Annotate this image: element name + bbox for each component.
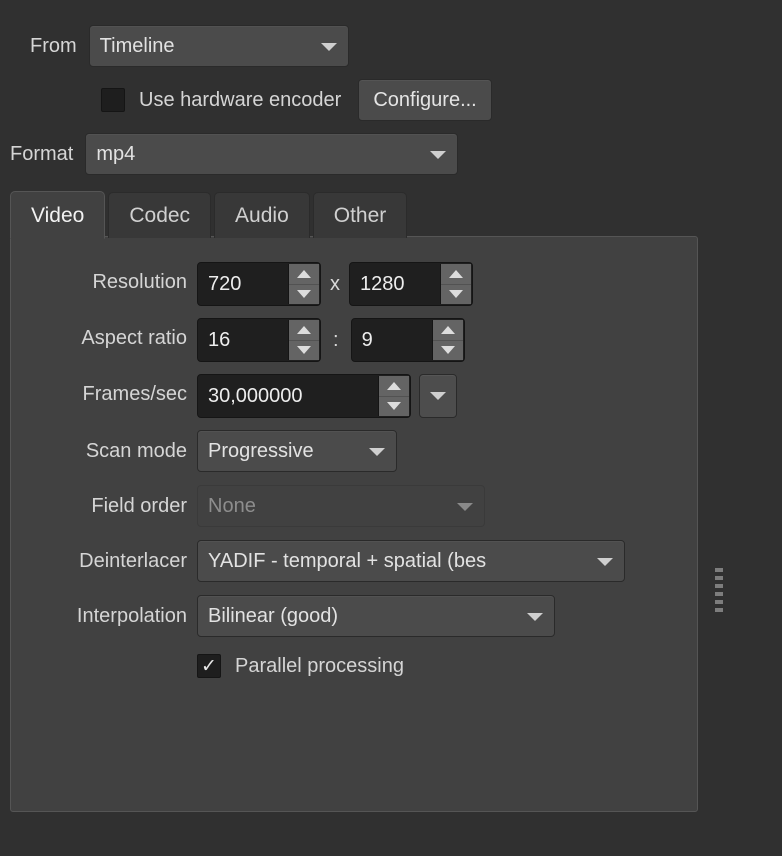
parallel-processing-row: ✓ Parallel processing [197, 654, 404, 678]
format-combobox[interactable]: mp4 [85, 133, 459, 175]
resolution-height-stepper[interactable] [440, 264, 471, 304]
interpolation-label: Interpolation [76, 605, 187, 627]
chevron-down-icon [527, 613, 543, 621]
frames-per-sec-preset-button[interactable] [419, 374, 457, 418]
from-label: From [30, 35, 77, 57]
aspect-ratio-numerator-spinbox[interactable]: 16 [197, 318, 321, 362]
resolution-height-value: 1280 [360, 273, 405, 295]
grip-dot [715, 608, 723, 612]
deinterlacer-value: YADIF - temporal + spatial (bes [208, 551, 487, 571]
format-combobox-value: mp4 [96, 144, 136, 164]
stepper-down-icon[interactable] [289, 285, 319, 305]
format-row: Format mp4 [10, 133, 459, 175]
from-row: From Timeline [30, 25, 349, 67]
frames-per-sec-row: 30,000000 [197, 374, 457, 418]
aspect-ratio-denominator-spinbox[interactable]: 9 [350, 318, 465, 362]
scan-mode-combobox[interactable]: Progressive [197, 430, 397, 472]
frames-per-sec-spinbox[interactable]: 30,000000 [197, 374, 411, 418]
stepper-up-icon[interactable] [441, 264, 471, 285]
resolution-width-stepper[interactable] [288, 264, 319, 304]
interpolation-value: Bilinear (good) [208, 606, 339, 626]
chevron-down-icon [320, 43, 337, 51]
stepper-down-icon[interactable] [289, 341, 319, 361]
resolution-separator: x [330, 273, 340, 295]
chevron-down-icon [597, 558, 613, 566]
hardware-encoder-row: ✓ Use hardware encoder Configure... [101, 79, 492, 121]
frames-per-sec-stepper[interactable] [378, 376, 409, 416]
frames-per-sec-label: Frames/sec [82, 383, 187, 405]
chevron-down-icon [457, 503, 473, 511]
stepper-up-icon[interactable] [432, 320, 463, 341]
resolution-height-spinbox[interactable]: 1280 [349, 262, 473, 306]
tab-video[interactable]: Video [10, 191, 106, 239]
resolution-width-value: 720 [208, 273, 242, 295]
stepper-up-icon[interactable] [289, 264, 319, 285]
panel-splitter-handle[interactable] [713, 568, 725, 612]
stepper-up-icon[interactable] [379, 376, 409, 397]
interpolation-combobox[interactable]: Bilinear (good) [197, 595, 555, 637]
resolution-width-spinbox[interactable]: 720 [197, 262, 321, 306]
grip-dot [715, 576, 723, 580]
stepper-up-icon[interactable] [289, 320, 319, 341]
grip-dot [715, 568, 723, 572]
deinterlacer-combobox[interactable]: YADIF - temporal + spatial (bes [197, 540, 625, 582]
settings-tabbar: Video Codec Audio Other [10, 190, 410, 239]
aspect-ratio-label: Aspect ratio [81, 327, 187, 349]
field-order-combobox[interactable]: None [197, 485, 485, 527]
from-combobox[interactable]: Timeline [88, 25, 349, 67]
interpolation-row: Bilinear (good) [197, 595, 555, 637]
aspect-ratio-denominator-value: 9 [361, 329, 373, 351]
field-order-label: Field order [91, 495, 187, 517]
tab-audio[interactable]: Audio [214, 192, 310, 238]
checkmark-icon: ✓ [201, 654, 217, 677]
aspect-ratio-separator: : [333, 329, 339, 351]
frames-per-sec-value: 30,000000 [208, 385, 303, 407]
stepper-down-icon[interactable] [379, 397, 409, 417]
deinterlacer-label: Deinterlacer [79, 550, 187, 572]
chevron-down-icon [369, 448, 385, 456]
aspect-ratio-denominator-stepper[interactable] [431, 320, 463, 361]
scan-mode-row: Progressive [197, 430, 397, 472]
export-panel-window: From Timeline ✓ Use hardware encoder Con… [0, 0, 782, 856]
field-order-row: None [197, 485, 485, 527]
chevron-down-icon [430, 392, 446, 400]
resolution-row: 720 x 1280 [197, 262, 473, 306]
parallel-processing-label: Parallel processing [235, 655, 404, 677]
deinterlacer-row: YADIF - temporal + spatial (bes [197, 540, 625, 582]
tab-other[interactable]: Other [312, 192, 408, 238]
field-order-value: None [208, 496, 256, 516]
scan-mode-value: Progressive [208, 441, 314, 461]
aspect-ratio-numerator-stepper[interactable] [288, 320, 319, 360]
scan-mode-label: Scan mode [85, 440, 187, 462]
grip-dot [715, 592, 723, 596]
resolution-label: Resolution [92, 271, 187, 293]
grip-dot [715, 584, 723, 588]
aspect-ratio-row: 16 : 9 [197, 318, 465, 362]
stepper-down-icon[interactable] [433, 341, 463, 361]
use-hardware-encoder-checkbox[interactable]: ✓ [101, 88, 125, 112]
chevron-down-icon [430, 151, 447, 159]
video-tab-panel: Resolution 720 x 1280 Aspect ratio 16: … [10, 236, 698, 812]
from-combobox-value: Timeline [99, 36, 175, 56]
use-hardware-encoder-label: Use hardware encoder [139, 89, 342, 111]
stepper-down-icon[interactable] [441, 285, 471, 305]
grip-dot [715, 600, 723, 604]
parallel-processing-checkbox[interactable]: ✓ [197, 654, 221, 678]
tab-codec[interactable]: Codec [108, 192, 212, 238]
format-label: Format [10, 143, 74, 165]
aspect-ratio-numerator-value: 16 [208, 329, 231, 351]
configure-button[interactable]: Configure... [358, 79, 492, 121]
